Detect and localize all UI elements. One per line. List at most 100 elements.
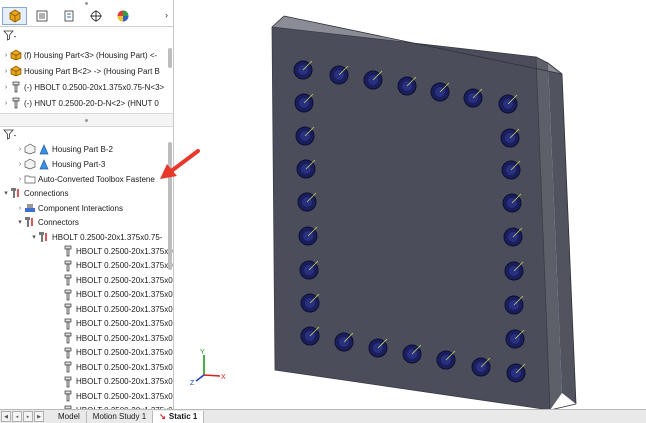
expand-chevron-down-icon[interactable]: ▾ — [16, 218, 24, 226]
bolt-head[interactable] — [506, 363, 526, 383]
bolt-head[interactable] — [402, 344, 422, 364]
expand-chevron-right-icon[interactable]: › — [2, 100, 10, 107]
bolt-head[interactable] — [300, 326, 320, 346]
expand-chevron-down-icon[interactable]: ▾ — [30, 233, 38, 241]
bolt-head[interactable] — [503, 227, 523, 247]
bolt-head[interactable] — [297, 192, 317, 212]
bolt-head[interactable] — [471, 357, 491, 377]
bolt-head[interactable] — [505, 329, 525, 349]
bolt-head[interactable] — [295, 126, 315, 146]
filter-icon[interactable] — [3, 30, 17, 41]
expand-chevron-right-icon[interactable]: › — [2, 68, 10, 75]
tree-item-top[interactable]: › (-) HNUT 0.2500-20-D-N<2> (HNUT 0 — [2, 96, 159, 110]
bolt-icon — [62, 376, 74, 388]
tree-item-housing-part-b[interactable]: › Housing Part B-2 — [16, 142, 113, 156]
bolt-head[interactable] — [329, 65, 349, 85]
bolt-head[interactable] — [300, 293, 320, 313]
tree-item-label: (-) HBOLT 0.2500-20x1.375x0.75-N<3> — [24, 82, 165, 92]
bolt-head[interactable] — [430, 82, 450, 102]
display-manager-tab[interactable] — [110, 7, 135, 25]
tree-item-label: Connectors — [38, 217, 79, 227]
model-view: Y X Z — [190, 15, 577, 409]
bolt-head[interactable] — [502, 193, 522, 213]
tree-scrollbar-upper[interactable] — [168, 48, 172, 68]
prev-tab-icon[interactable]: ◂ — [12, 411, 22, 422]
bolt-head[interactable] — [296, 159, 316, 179]
tree-item-toolbox-folder[interactable]: › Auto-Converted Toolbox Fastene — [16, 172, 155, 186]
tab-static[interactable]: ↘ Static 1 — [153, 410, 205, 423]
bolt-icon — [62, 274, 74, 286]
tree-item-connections[interactable]: ▾ Connections — [2, 186, 68, 200]
dimxpert-manager-tab[interactable] — [83, 7, 108, 25]
bolt-icon — [62, 361, 74, 373]
bolt-icon — [62, 347, 74, 359]
tree-item-connectors[interactable]: ▾ Connectors — [16, 215, 79, 229]
expand-chevron-down-icon[interactable]: ▾ — [2, 189, 10, 197]
tree-item-top[interactable]: › (-) HBOLT 0.2500-20x1.375x0.75-N<3> — [2, 80, 164, 94]
tree-item-hbolt[interactable]: HBOLT 0.2500-20x1.375x0 — [62, 360, 173, 374]
bolt-head[interactable] — [397, 76, 417, 96]
tree-item-hbolt[interactable]: HBOLT 0.2500-20x1.375x0 — [62, 375, 173, 389]
bolt-head[interactable] — [504, 295, 524, 315]
connections-icon — [10, 187, 22, 199]
next-tab-icon[interactable]: ▸ — [23, 411, 33, 422]
tree-item-component-interactions[interactable]: › Component Interactions — [16, 201, 123, 215]
tree-item-hbolt[interactable]: HBOLT 0.2500-20x1.375x0 — [62, 302, 173, 316]
bolt-head[interactable] — [368, 338, 388, 358]
expand-chevron-right-icon[interactable]: › — [16, 205, 24, 212]
filter-icon[interactable] — [3, 129, 17, 140]
view-triad[interactable]: Y X Z — [190, 349, 226, 387]
expand-chevron-right-icon[interactable]: › — [16, 176, 24, 183]
expand-chevron-right-icon[interactable]: › — [16, 146, 24, 153]
bolt-head[interactable] — [463, 88, 483, 108]
tree-item-top[interactable]: › Housing Part B<2> -> (Housing Part B — [2, 64, 160, 78]
triad-z-label: Z — [190, 380, 195, 387]
graphics-area[interactable]: Y X Z — [174, 0, 646, 409]
expand-chevron-right-icon[interactable]: › — [2, 52, 10, 59]
bolt-head[interactable] — [436, 350, 456, 370]
more-tabs-chevron-icon[interactable]: › — [165, 10, 168, 20]
bolt-head[interactable] — [334, 332, 354, 352]
tab-model[interactable]: Model — [52, 410, 87, 423]
bolt-icon — [10, 81, 22, 93]
tree-item-hbolt[interactable]: HBOLT 0.2500-20x1.375x0 — [62, 389, 173, 403]
expand-chevron-right-icon[interactable]: › — [2, 84, 10, 91]
crosshair-icon — [89, 10, 102, 22]
tree-item-hbolt[interactable]: HBOLT 0.2500-20x1.375x0 — [62, 244, 173, 258]
tree-item-hbolt[interactable]: HBOLT 0.2500-20x1.375x0 — [62, 273, 173, 287]
bolt-head[interactable] — [298, 226, 318, 246]
bolt-icon — [62, 318, 74, 330]
bolt-head[interactable] — [294, 93, 314, 113]
bolt-head[interactable] — [500, 128, 520, 148]
expand-chevron-right-icon[interactable]: › — [16, 161, 24, 168]
tree-item-housing-part[interactable]: › Housing Part-3 — [16, 157, 105, 171]
property-manager-tab[interactable] — [29, 7, 54, 25]
tree-item-hbolt[interactable]: HBOLT 0.2500-20x1.375x0 — [62, 331, 173, 345]
tree-item-top[interactable]: › (f) Housing Part<3> (Housing Part) <- — [2, 48, 157, 62]
triad-x-label: X — [221, 374, 226, 381]
tab-motion-study[interactable]: Motion Study 1 — [87, 410, 154, 423]
bolt-head[interactable] — [501, 160, 521, 180]
tree-item-label: Connections — [24, 188, 69, 198]
tree-item-hbolt[interactable]: HBOLT 0.2500-20x1.375x0 — [62, 317, 173, 331]
tree-item-hbolt[interactable]: HBOLT 0.2500-20x1.375x0 — [62, 288, 173, 302]
bolt-head[interactable] — [498, 94, 518, 114]
tree-item-label: HBOLT 0.2500-20x1.375x0 — [76, 391, 173, 401]
feature-manager-tab[interactable] — [2, 7, 27, 25]
bolt-head[interactable] — [299, 260, 319, 280]
last-tab-icon[interactable]: ▶ — [34, 411, 44, 422]
first-tab-icon[interactable]: ◀ — [1, 411, 11, 422]
tree-item-hbolt-parent[interactable]: ▾ HBOLT 0.2500-20x1.375x0.75- — [30, 230, 162, 244]
bolt-head[interactable] — [363, 70, 383, 90]
configuration-manager-icon — [64, 10, 73, 22]
tree-item-label: HBOLT 0.2500-20x1.375x0 — [76, 319, 173, 328]
tree-item-hbolt[interactable]: HBOLT 0.2500-20x1.375x0 — [62, 346, 173, 360]
configuration-manager-tab[interactable] — [56, 7, 81, 25]
solid-body-icon — [24, 143, 50, 155]
bolt-head[interactable] — [293, 60, 313, 80]
feature-manager-panel: › › (f) Housing Part<3> (Housing Part) <-… — [0, 0, 174, 409]
tree-item-hbolt[interactable]: HBOLT 0.2500-20x1.375x0 — [62, 259, 173, 273]
bolt-head[interactable] — [504, 261, 524, 281]
tab-static-label: Static 1 — [168, 412, 198, 421]
panel-splitter[interactable] — [0, 113, 173, 127]
